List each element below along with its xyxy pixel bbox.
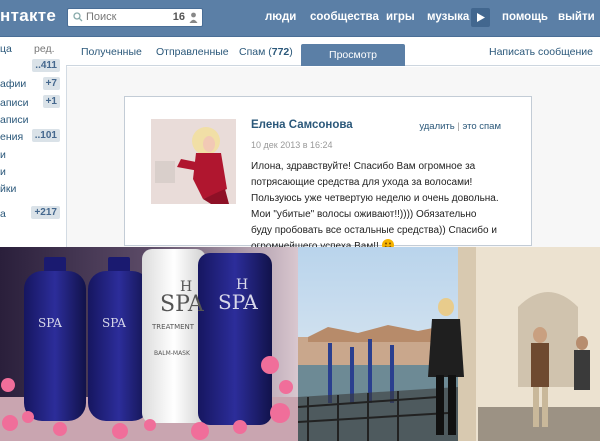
search-input[interactable]: Поиск 16: [67, 8, 203, 27]
edit-link[interactable]: ред.: [34, 43, 55, 55]
left-menu: ца ред. ..411 афии +7 аписи +1 аписи ени…: [0, 37, 64, 247]
message-text: Илона, здравствуйте! Спасибо Вам огромно…: [251, 159, 499, 255]
left-menu-item[interactable]: и: [0, 166, 6, 178]
sender-name[interactable]: Елена Самсонова: [251, 119, 353, 131]
counter-badge: +1: [42, 95, 60, 108]
spam-link[interactable]: это спам: [462, 121, 501, 132]
left-menu-item[interactable]: а: [0, 208, 6, 220]
product-brand: SPA: [102, 316, 126, 330]
nav-games[interactable]: игры: [386, 11, 415, 23]
travel-photo: [298, 247, 600, 441]
product-brand: SPA: [218, 290, 258, 314]
search-count: 16: [172, 11, 185, 23]
nav-help[interactable]: помощь: [502, 11, 548, 23]
product-treatment: TREATMENT: [151, 323, 195, 331]
product-letter-h: H: [180, 279, 192, 295]
nav-music[interactable]: музыка: [427, 11, 469, 23]
site-logo[interactable]: нтакте: [0, 6, 56, 26]
product-photo: SPA SPA SPA SPA H H TREATMENT BALM-MASK: [0, 247, 298, 441]
left-menu-item[interactable]: и: [0, 149, 6, 161]
tab-view-message[interactable]: Просмотр сообщения: [301, 44, 405, 83]
product-letter-h: H: [236, 277, 248, 293]
left-menu-item[interactable]: ца: [0, 43, 12, 55]
counter-badge: +7: [42, 77, 60, 90]
message-date: 10 дек 2013 в 16:24: [251, 140, 333, 150]
tab-received[interactable]: Полученные: [81, 46, 142, 58]
spam-count: 772: [271, 46, 290, 58]
counter-badge: ..411: [32, 59, 60, 72]
nav-communities[interactable]: сообщества: [310, 11, 379, 23]
left-menu-item[interactable]: йки: [0, 183, 16, 195]
search-placeholder: Поиск: [86, 11, 117, 23]
left-menu-item[interactable]: ения: [0, 131, 23, 143]
delete-link[interactable]: удалить: [419, 121, 454, 132]
nav-people[interactable]: люди: [265, 11, 296, 23]
counter-badge: +217: [31, 206, 60, 219]
product-balm: BALM-MASK: [154, 350, 191, 357]
sender-avatar[interactable]: [151, 119, 236, 204]
left-menu-item[interactable]: афии: [0, 78, 26, 90]
message-actions: удалить | это спам: [419, 121, 501, 132]
top-header: нтакте Поиск 16 люди сообщества игры муз…: [0, 0, 600, 37]
product-brand: SPA: [38, 316, 62, 330]
left-menu-item[interactable]: аписи: [0, 114, 29, 126]
play-icon: [477, 13, 485, 22]
tab-spam[interactable]: Спам (772): [239, 46, 293, 58]
product-brand: SPA: [160, 292, 205, 317]
message-body: Илона, здравствуйте! Спасибо Вам огромно…: [251, 161, 499, 252]
write-message-link[interactable]: Написать сообщение: [489, 46, 593, 58]
person-icon: [189, 12, 198, 23]
search-icon: [73, 12, 83, 22]
nav-logout[interactable]: выйти: [558, 11, 595, 23]
left-menu-item[interactable]: аписи: [0, 97, 29, 109]
counter-badge: ..101: [31, 129, 60, 142]
tab-sent[interactable]: Отправленные: [156, 46, 229, 58]
tab-spam-label: Спам: [239, 46, 266, 58]
message-card: Елена Самсонова 10 дек 2013 в 16:24 удал…: [124, 96, 532, 252]
music-play-button[interactable]: [471, 8, 490, 27]
